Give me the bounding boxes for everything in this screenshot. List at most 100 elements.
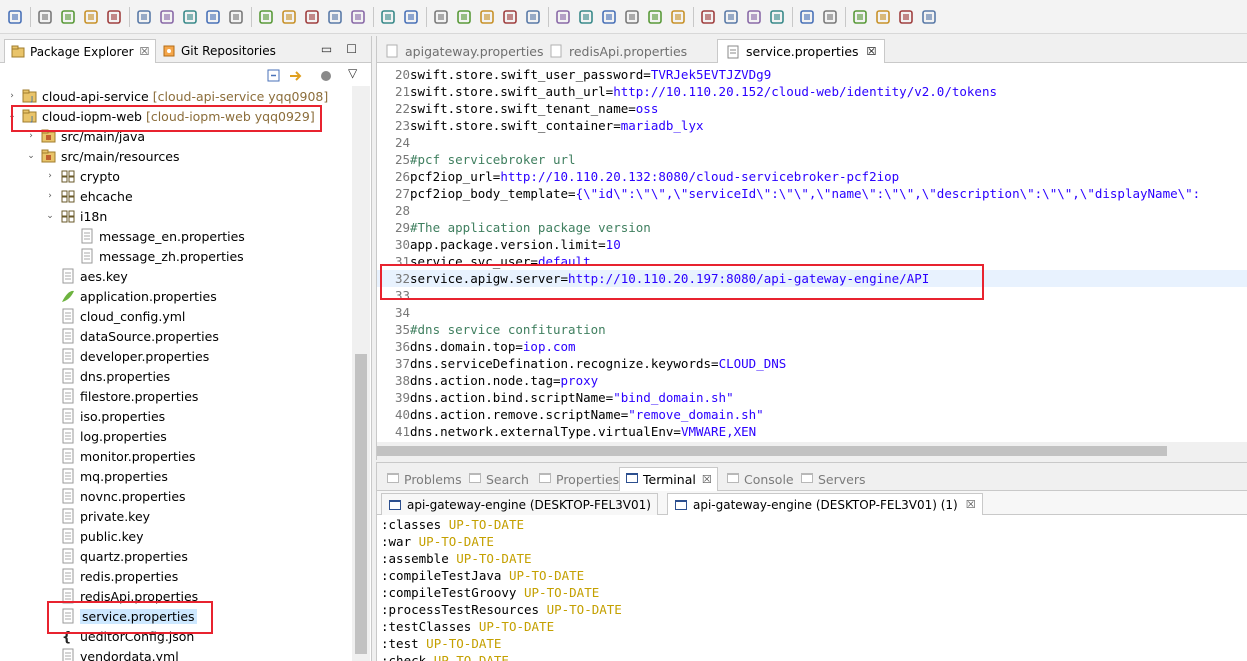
open-folder-icon[interactable] [697,6,719,28]
collapsed-arrow-icon[interactable]: › [25,131,37,141]
use-step-filters-icon[interactable] [324,6,346,28]
editor-horizontal-scrollbar[interactable] [377,442,1247,460]
stop-icon[interactable] [499,6,521,28]
close-icon[interactable]: ☒ [867,45,877,58]
maximize-icon[interactable]: ☐ [346,42,357,56]
collapsed-arrow-icon[interactable]: › [44,171,56,181]
tree-item[interactable]: filestore.properties [0,386,198,406]
editor-tab-service[interactable]: service.properties ☒ [717,39,886,63]
save-all-icon[interactable] [57,6,79,28]
editor-tab-redisapi[interactable]: redisApi.properties [541,39,695,63]
tab-problems[interactable]: Problems [381,467,467,491]
tab-git-repositories[interactable]: Git Repositories [156,39,282,63]
tree-item[interactable]: message_en.properties [0,226,245,246]
skip-breakpoints-icon[interactable] [103,6,125,28]
tree-item[interactable]: vendordata.yml [0,646,179,661]
new-java-project-icon[interactable] [552,6,574,28]
step-return-icon[interactable] [278,6,300,28]
close-icon[interactable]: ☒ [140,45,150,58]
collapse-all-icon[interactable] [266,68,282,84]
tree-item[interactable]: log.properties [0,426,167,446]
coverage-icon[interactable] [476,6,498,28]
tree-item[interactable]: › crypto [0,166,120,186]
tree-item[interactable]: redis.properties [0,566,178,586]
tab-properties[interactable]: Properties [533,467,624,491]
collapsed-arrow-icon[interactable]: › [44,191,56,201]
tree-item[interactable]: ⌄ i18n [0,206,107,226]
collapsed-arrow-icon[interactable]: › [6,91,18,101]
step-into-icon[interactable] [225,6,247,28]
tree-item[interactable]: novnc.properties [0,486,186,506]
pin-editor-icon[interactable] [766,6,788,28]
tree-item[interactable]: application.properties [0,286,217,306]
minimize-icon[interactable]: ▭ [321,42,332,56]
tree-item[interactable]: dataSource.properties [0,326,219,346]
task-name: :compileTestJava [381,568,502,583]
terminate-icon[interactable] [179,6,201,28]
tab-package-explorer[interactable]: Package Explorer ☒ [4,39,157,63]
debug-icon[interactable] [430,6,452,28]
tree-item[interactable]: private.key [0,506,150,526]
search-icon [468,471,486,488]
tree-item[interactable]: ⌄ src/main/resources [0,146,179,166]
expanded-arrow-icon[interactable]: ⌄ [44,211,56,221]
annotation-next-icon[interactable] [743,6,765,28]
suspend-icon[interactable] [156,6,178,28]
new-package-icon[interactable] [575,6,597,28]
resume-icon[interactable] [133,6,155,28]
spring-icon[interactable] [347,6,369,28]
next-annotation-icon[interactable] [819,6,841,28]
tree-item-label: ehcache [80,188,133,204]
expanded-arrow-icon[interactable]: ⌄ [25,151,37,161]
disconnect-icon[interactable] [202,6,224,28]
code-editor[interactable]: 20swift.store.swift_user_password=TVRJek… [377,66,1247,442]
drop-to-frame-icon[interactable] [301,6,323,28]
back-icon[interactable] [895,6,917,28]
code-line: 22swift.store.swift_tenant_name=oss [377,100,658,117]
external-tools-icon[interactable] [522,6,544,28]
tree-item[interactable]: quartz.properties [0,546,188,566]
save-icon[interactable] [34,6,56,28]
close-icon[interactable]: ☒ [702,473,712,486]
task-status: UP-TO-DATE [456,551,532,566]
open-task-icon[interactable] [644,6,666,28]
browser-icon[interactable] [400,6,422,28]
new-class-icon[interactable] [598,6,620,28]
run-icon[interactable] [453,6,475,28]
tree-item[interactable]: cloud_config.yml [0,306,185,326]
tree-item[interactable]: iso.properties [0,406,165,426]
editor-tab-apigateway[interactable]: apigateway.properties [377,39,552,63]
terminal-tab-1[interactable]: api-gateway-engine (DESKTOP-FEL3V01) [381,493,658,515]
tree-item[interactable]: aes.key [0,266,128,286]
search-icon[interactable] [667,6,689,28]
forward-icon[interactable] [918,6,940,28]
property-key: swift.store.swift_tenant_name= [410,101,636,116]
tab-terminal[interactable]: Terminal ☒ [619,467,718,491]
tree-item[interactable]: › Jcloud-api-service [cloud-api-service yq… [0,86,328,106]
print-icon[interactable] [80,6,102,28]
toggle-mark-occurrences-icon[interactable] [377,6,399,28]
tree-scrollbar[interactable] [352,86,370,661]
new-icon[interactable] [4,6,26,28]
close-icon[interactable]: ☒ [966,498,976,511]
tree-item[interactable]: developer.properties [0,346,209,366]
view-menu-icon[interactable]: ▽ [348,66,357,80]
tab-console[interactable]: Console [721,467,799,491]
tree-item[interactable]: message_zh.properties [0,246,244,266]
prev-annotation-icon[interactable] [849,6,871,28]
globe-icon[interactable] [796,6,818,28]
tree-item[interactable]: › ehcache [0,186,133,206]
link-with-editor-icon[interactable] [287,68,303,84]
tree-item[interactable]: monitor.properties [0,446,196,466]
annotation-prev-icon[interactable] [720,6,742,28]
tree-item[interactable]: mq.properties [0,466,168,486]
open-type-icon[interactable] [621,6,643,28]
tree-item[interactable]: public.key [0,526,143,546]
focus-icon[interactable] [318,68,334,84]
tab-servers[interactable]: Servers [795,467,871,491]
last-edit-icon[interactable] [872,6,894,28]
step-over-icon[interactable] [255,6,277,28]
tab-search[interactable]: Search [463,467,534,491]
terminal-tab-2[interactable]: api-gateway-engine (DESKTOP-FEL3V01) (1)… [667,493,983,515]
tree-item[interactable]: dns.properties [0,366,170,386]
